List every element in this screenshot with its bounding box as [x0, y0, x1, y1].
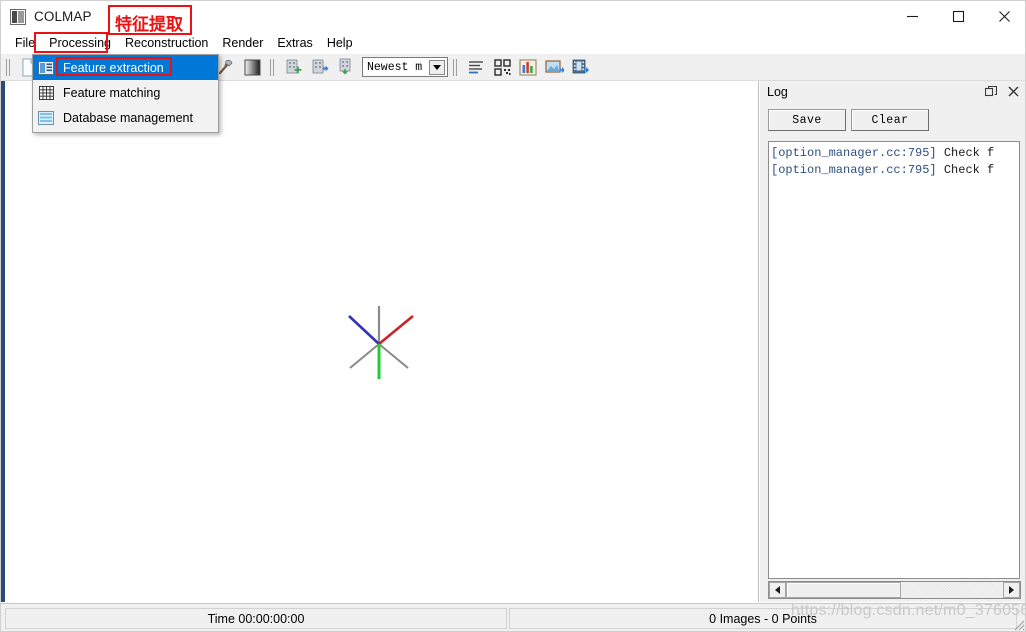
log-line: [option_manager.cc:795] Check f: [771, 145, 1020, 162]
grab-screenshot-button[interactable]: [542, 56, 566, 79]
log-panel-title: Log: [767, 85, 788, 99]
status-bar: Time 00:00:00:00 0 Images - 0 Points: [1, 603, 1025, 631]
model-combo[interactable]: Newest m: [362, 57, 448, 77]
axes-gizmo: [348, 306, 414, 379]
processing-dropdown-menu: Feature extraction Feature matching Data…: [32, 54, 219, 133]
close-button[interactable]: [981, 1, 1025, 32]
colmap-window: COLMAP File Processing Reconstruction Re…: [0, 0, 1026, 632]
menu-render[interactable]: Render: [215, 34, 270, 53]
menu-reconstruction[interactable]: Reconstruction: [118, 34, 215, 53]
render-options-button[interactable]: [240, 56, 264, 79]
menu-help[interactable]: Help: [320, 34, 360, 53]
feature-matching-icon: [37, 84, 55, 101]
toolbar-grip-4[interactable]: [451, 58, 460, 77]
model-combo-value: Newest m: [367, 60, 423, 74]
export-model-button[interactable]: [307, 56, 331, 79]
menu-item-feature-matching[interactable]: Feature matching: [33, 80, 218, 105]
hscroll-track[interactable]: [786, 582, 1003, 598]
resize-grip[interactable]: [1011, 617, 1025, 631]
log-line-message: Check f: [943, 146, 995, 160]
float-icon[interactable]: [983, 84, 998, 99]
toolbar-grip-1[interactable]: [4, 58, 13, 77]
menu-item-label: Feature matching: [63, 85, 161, 100]
statistics-button[interactable]: [516, 56, 540, 79]
menu-file[interactable]: File: [8, 34, 42, 53]
app-icon: [10, 8, 26, 25]
save-model-button[interactable]: [333, 56, 357, 79]
arrow-left-icon[interactable]: [769, 582, 786, 598]
log-actions: Save Clear: [768, 109, 929, 131]
log-clear-button[interactable]: Clear: [851, 109, 929, 131]
menu-item-database-management[interactable]: Database management: [33, 105, 218, 130]
log-text-area[interactable]: [option_manager.cc:795] Check f [option_…: [768, 141, 1020, 579]
log-horizontal-scrollbar[interactable]: [768, 581, 1021, 599]
log-vertical-scrollbar[interactable]: [1019, 141, 1021, 579]
3d-viewport[interactable]: [10, 81, 759, 602]
arrow-right-icon[interactable]: [1003, 582, 1020, 598]
hscroll-thumb[interactable]: [786, 582, 901, 598]
menu-item-feature-extraction[interactable]: Feature extraction: [33, 55, 218, 80]
chevron-down-icon[interactable]: [429, 60, 445, 75]
status-counts: 0 Images - 0 Points: [509, 608, 1017, 629]
window-controls: [889, 1, 1025, 32]
log-panel: Log Save Clear [option_manager.cc:795] C…: [760, 81, 1025, 602]
log-line: [option_manager.cc:795] Check f: [771, 162, 1020, 179]
window-title: COLMAP: [34, 9, 92, 24]
log-line-message: Check f: [943, 163, 995, 177]
menu-item-label: Feature extraction: [63, 60, 164, 75]
minimize-button[interactable]: [889, 1, 935, 32]
menu-extras[interactable]: Extras: [270, 34, 319, 53]
menu-item-label: Database management: [63, 110, 193, 125]
log-panel-header-buttons: [983, 84, 1021, 99]
toolbar-grip-3[interactable]: [268, 58, 277, 77]
feature-extraction-icon: [37, 59, 55, 76]
log-panel-header: Log: [760, 81, 1025, 103]
close-icon[interactable]: [1006, 84, 1021, 99]
database-management-icon: [37, 109, 55, 126]
log-save-button[interactable]: Save: [768, 109, 846, 131]
status-time: Time 00:00:00:00: [5, 608, 507, 629]
grab-image-button[interactable]: [490, 56, 514, 79]
menu-processing[interactable]: Processing: [42, 34, 118, 53]
log-line-location: [option_manager.cc:795]: [771, 146, 937, 160]
grab-movie-button[interactable]: [568, 56, 592, 79]
menu-bar: File Processing Reconstruction Render Ex…: [1, 32, 1025, 54]
annotation-cn-label: 特征提取: [115, 15, 183, 35]
maximize-button[interactable]: [935, 1, 981, 32]
log-line-location: [option_manager.cc:795]: [771, 163, 937, 177]
import-model-button[interactable]: [281, 56, 305, 79]
show-log-button[interactable]: [464, 56, 488, 79]
